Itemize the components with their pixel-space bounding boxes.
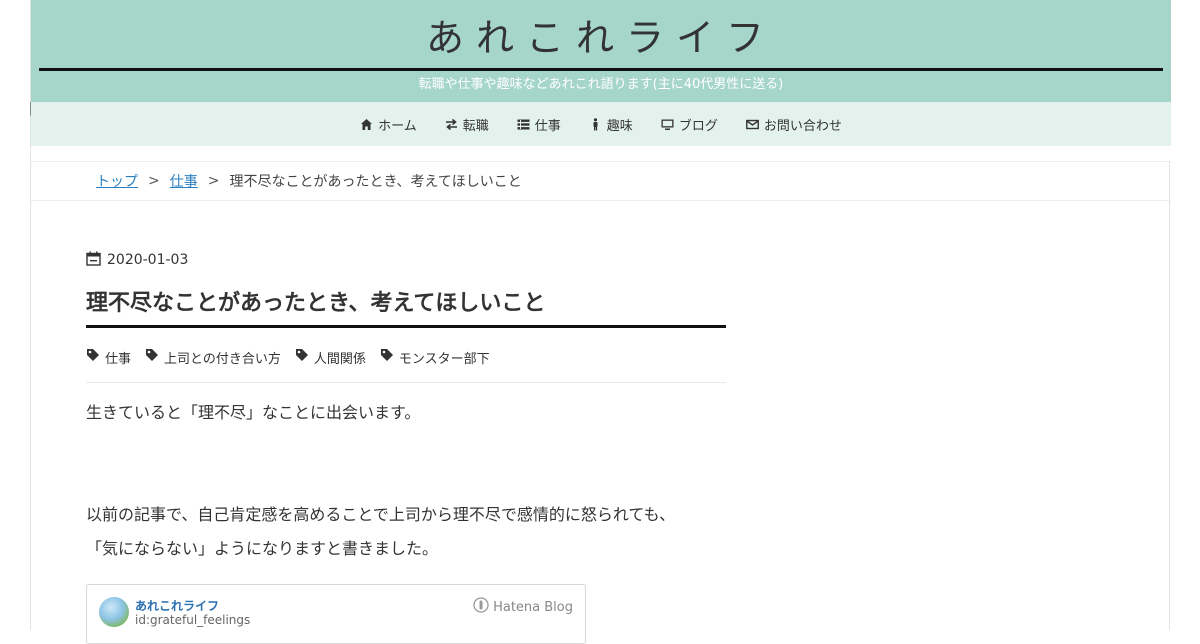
breadcrumb-current: 理不尽なことがあったとき、考えてほしいこと — [229, 174, 522, 190]
calendar-icon — [86, 251, 101, 270]
hatena-blog-brand[interactable]: Hatena Blog — [473, 597, 573, 617]
article-paragraph: 以前の記事で、自己肯定感を高めることで上司から理不尽で感情的に怒られても、 「気… — [86, 498, 746, 566]
article-paragraph: 生きていると「理不尽」なことに出会います。 — [86, 403, 421, 422]
site-header: あれこれライフ 転職や仕事や趣味などあれこれ語ります(主に40代男性に送る) — [31, 0, 1171, 102]
nav-label: 趣味 — [606, 118, 633, 134]
breadcrumb-separator: > — [148, 173, 160, 189]
nav-label: 転職 — [462, 118, 489, 134]
tag-icon — [295, 348, 309, 366]
nav-item-work[interactable]: 仕事 — [503, 102, 575, 146]
paragraph-line: 以前の記事で、自己肯定感を高めることで上司から理不尽で感情的に怒られても、 — [86, 505, 676, 524]
tag-monster-subordinate[interactable]: モンスター部下 — [380, 348, 490, 367]
envelope-icon — [745, 118, 759, 131]
person-icon — [589, 117, 602, 131]
post-date-text: 2020-01-03 — [107, 252, 189, 268]
tag-relationships[interactable]: 人間関係 — [295, 348, 366, 367]
nav-label: ブログ — [678, 118, 718, 134]
global-nav: ホーム 転職 仕事 趣味 ブログ お問い合わせ — [31, 102, 1171, 146]
tag-boss-relations[interactable]: 上司との付き合い方 — [145, 348, 281, 367]
tag-label: モンスター部下 — [398, 351, 490, 367]
site-tagline: 転職や仕事や趣味などあれこれ語ります(主に40代男性に送る) — [418, 77, 784, 92]
nav-label: 仕事 — [534, 118, 561, 134]
avatar — [99, 597, 129, 627]
nav-item-contact[interactable]: お問い合わせ — [732, 102, 856, 146]
tag-label: 上司との付き合い方 — [164, 351, 281, 367]
exchange-icon — [445, 118, 458, 131]
site-title[interactable]: あれこれライフ — [31, 14, 1171, 62]
breadcrumb-link-top[interactable]: トップ — [96, 171, 138, 191]
list-icon — [517, 118, 530, 131]
hatena-brand-label: Hatena Blog — [493, 599, 573, 615]
nav-spacer — [31, 146, 1171, 162]
article-title: 理不尽なことがあったとき、考えてほしいこと — [86, 289, 726, 328]
nav-label: ホーム — [378, 118, 417, 134]
embed-user-id: id:grateful_feelings — [135, 613, 251, 627]
tag-label: 仕事 — [105, 351, 132, 367]
breadcrumb-link-work[interactable]: 仕事 — [170, 171, 198, 191]
tag-label: 人間関係 — [313, 351, 366, 367]
page-container: あれこれライフ 転職や仕事や趣味などあれこれ語ります(主に40代男性に送る) ホ… — [30, 0, 1171, 644]
nav-item-home[interactable]: ホーム — [346, 102, 431, 146]
tag-icon — [145, 348, 159, 366]
paragraph-line: 「気にならない」ようになりますと書きました。 — [86, 539, 439, 558]
nav-item-career-change[interactable]: 転職 — [431, 102, 503, 146]
article-header: 2020-01-03 理不尽なことがあったとき、考えてほしいこと 仕事 上司との… — [86, 250, 726, 383]
nav-item-blog[interactable]: ブログ — [647, 102, 732, 146]
tag-icon — [380, 348, 394, 366]
tag-work[interactable]: 仕事 — [86, 348, 131, 367]
nav-item-hobby[interactable]: 趣味 — [575, 102, 647, 146]
tag-list: 仕事 上司との付き合い方 人間関係 モンスター部下 — [86, 342, 726, 383]
post-date: 2020-01-03 — [86, 250, 726, 270]
hatena-logo-icon — [473, 597, 489, 617]
title-divider — [39, 68, 1163, 71]
breadcrumb-separator: > — [207, 173, 220, 189]
embed-blog-name[interactable]: あれこれライフ — [135, 597, 219, 614]
monitor-icon — [661, 118, 674, 131]
tag-icon — [86, 348, 100, 366]
blog-embed-card[interactable]: あれこれライフ id:grateful_feelings Hatena Blog — [86, 584, 586, 644]
nav-label: お問い合わせ — [763, 118, 842, 134]
breadcrumb: トップ > 仕事 > 理不尽なことがあったとき、考えてほしいこと — [31, 162, 1171, 201]
home-icon — [360, 118, 373, 131]
